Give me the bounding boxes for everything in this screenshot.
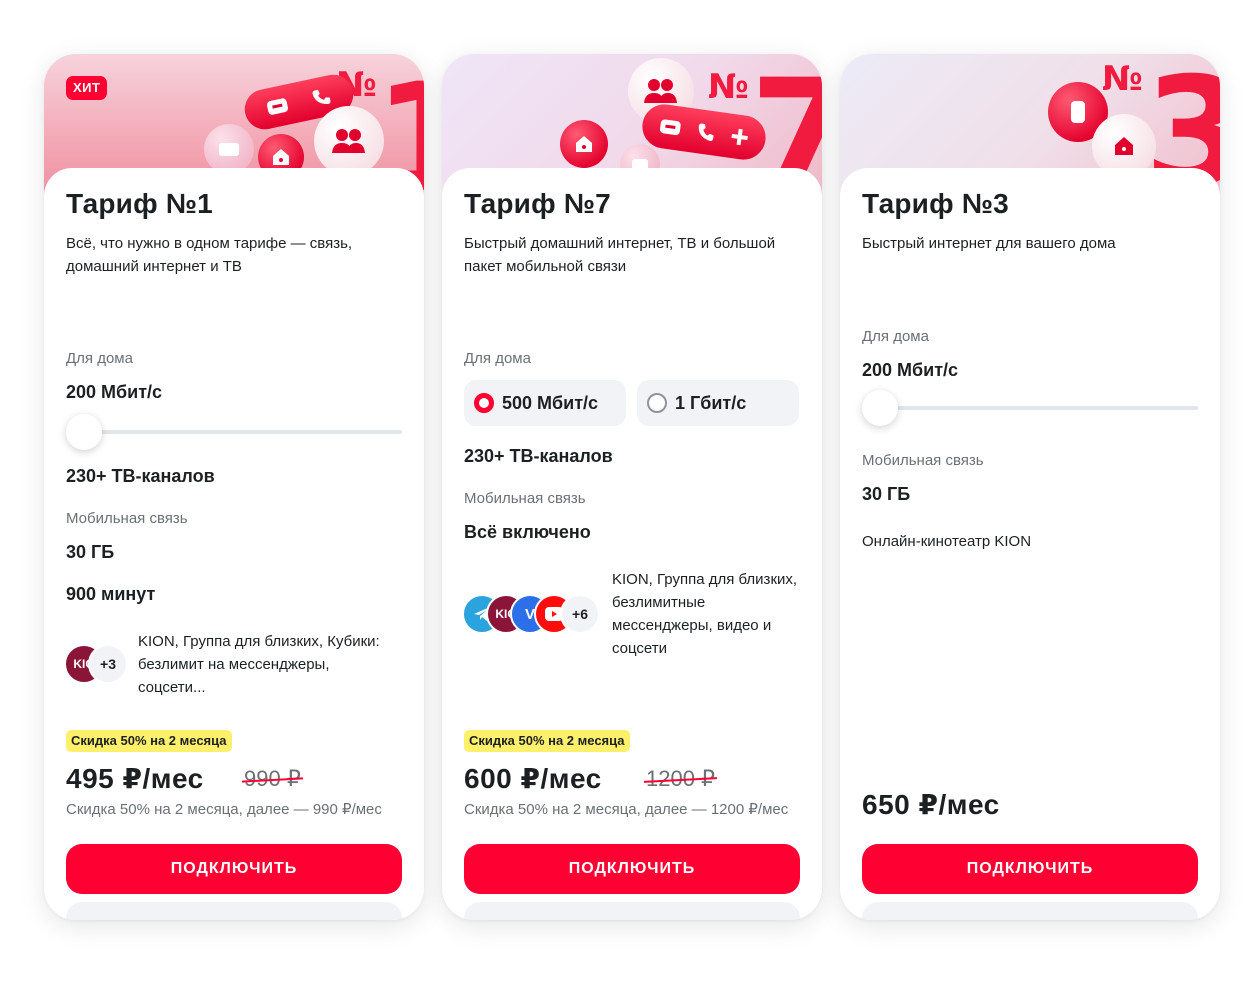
mobile-data: 30 ГБ [862,484,911,504]
tv-icon [219,143,239,156]
mobile-label: Мобильная связь [66,510,188,527]
mobile-label: Мобильная связь [862,452,984,469]
speed-slider-track[interactable] [862,406,1198,410]
tariff-title: Тариф №3 [862,188,1009,219]
extra-service: Онлайн-кинотеатр KION [862,533,1032,550]
banner-number-sign: № [1102,59,1143,99]
tariff-card-7: № 7 Тариф №7 Быстрый домашний интернет, … [442,54,822,920]
speed-value: 200 Мбит/с [66,382,163,402]
home-label: Для дома [464,350,531,367]
price: 600 ₽/мес [464,763,602,794]
phone-device-icon [1071,101,1085,123]
home-internet-bubble [560,120,608,168]
banner-number-sign: № [708,67,749,107]
tariff-3-body: Тариф №3 Быстрый интернет для вашего дом… [840,168,1220,920]
details-button[interactable]: ПОДРОБНЕЕ [862,902,1198,920]
router-icon [273,149,289,165]
mobile-value: Всё включено [464,522,591,542]
phone-icon [698,123,714,141]
speed-option-500[interactable]: 500 Мбит/с [464,380,626,426]
price: 650 ₽/мес [862,789,1000,820]
message-icon [266,98,288,115]
connect-button[interactable]: ПОДКЛЮЧИТЬ [862,844,1198,894]
tariff-description: Быстрый интернет для вашего дома [862,235,1116,252]
tariff-description: Всё, что нужно в одном тарифе — связь, д… [66,235,353,275]
speed-slider-track[interactable] [66,430,402,434]
tariff-card-3: № 3 Тариф №3 Быстрый интернет для вашего… [840,54,1220,920]
tv-channels: 230+ ТВ-каналов [66,466,215,486]
price-note: Скидка 50% на 2 месяца, далее — 990 ₽/ме… [66,801,382,818]
tariff-7-body: Тариф №7 Быстрый домашний интернет, ТВ и… [442,168,822,920]
old-price: 1200 ₽ [646,766,716,791]
router-icon [1115,137,1133,155]
family-group-bubble [314,106,384,176]
phone-icon [312,89,331,105]
price: 495 ₽/мес [66,763,204,794]
mobile-data: 30 ГБ [66,542,115,562]
home-label: Для дома [862,328,929,345]
speed-slider-knob[interactable] [66,414,102,450]
discount-badge: Скидка 50% на 2 месяца [464,730,630,752]
tv-bubble [204,124,254,174]
price-note: Скидка 50% на 2 месяца, далее — 1200 ₽/м… [464,801,789,818]
tariff-card-1: ХИТ № 1 Тариф №1 Всё, что нужно в одном … [44,54,424,920]
speed-slider-knob[interactable] [862,390,898,426]
tariff-title: Тариф №1 [66,188,213,219]
mobile-minutes: 900 минут [66,584,156,604]
discount-badge: Скидка 50% на 2 месяца [66,730,232,752]
group-icon [644,79,677,103]
details-button[interactable]: ПОДРОБНЕЕ [464,902,800,920]
speed-option-label: 500 Мбит/с [502,392,599,413]
more-apps-icon: +3 [88,644,128,684]
hit-badge: ХИТ [66,76,108,100]
connect-button[interactable]: ПОДКЛЮЧИТЬ [464,844,800,894]
speed-value: 200 Мбит/с [862,360,959,380]
router-icon [576,136,592,152]
connect-button[interactable]: ПОДКЛЮЧИТЬ [66,844,402,894]
speed-option-1g[interactable]: 1 Гбит/с [637,380,799,426]
tariff-description: Быстрый домашний интернет, ТВ и большой … [464,235,776,275]
tv-channels: 230+ ТВ-каналов [464,446,613,466]
radio-selected[interactable] [474,393,494,413]
apps-description: KION, Группа для близких, Кубики: безлим… [138,633,380,696]
plus-icon [731,128,748,146]
more-apps-icon: +6 [560,594,600,634]
apps-description: KION, Группа для близких, безлимитные ме… [612,571,798,657]
radio-unselected[interactable] [647,393,667,413]
tariff-1-body: Тариф №1 Всё, что нужно в одном тарифе —… [44,168,424,920]
home-label: Для дома [66,350,133,367]
speed-option-label: 1 Гбит/с [675,392,747,413]
details-button[interactable]: ПОДРОБНЕЕ [66,902,402,920]
group-icon [332,129,365,153]
mobile-label: Мобильная связь [464,490,586,507]
message-icon [660,119,682,136]
old-price: 990 ₽ [244,766,301,791]
tariff-title: Тариф №7 [464,188,611,219]
